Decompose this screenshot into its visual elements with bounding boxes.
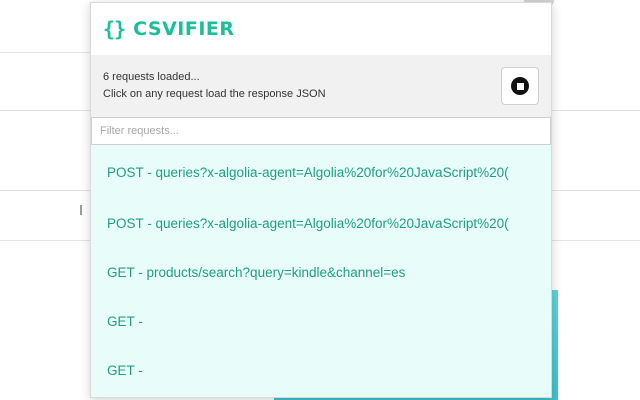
status-text: 6 requests loaded... Click on any reques…: [103, 69, 326, 103]
stop-circle-icon: [511, 77, 529, 95]
brand-name: CSVIFIER: [133, 18, 235, 40]
background-mark: [80, 205, 82, 215]
request-item[interactable]: GET -: [91, 346, 551, 395]
background-divider: [0, 110, 90, 111]
braces-logo-icon: {}: [103, 17, 126, 41]
request-item[interactable]: POST - queries?x-algolia-agent=Algolia%2…: [91, 145, 551, 199]
status-bar: 6 requests loaded... Click on any reques…: [91, 55, 551, 117]
csvifier-popup: {} CSVIFIER 6 requests loaded... Click o…: [90, 2, 552, 398]
instructions-text: Click on any request load the response J…: [103, 88, 326, 100]
filter-requests-input[interactable]: [91, 117, 551, 145]
request-item[interactable]: POST - queries?x-algolia-agent=Algolia%2…: [91, 199, 551, 248]
background-divider: [552, 110, 640, 111]
stop-button[interactable]: [501, 67, 539, 105]
request-item[interactable]: GET -: [91, 297, 551, 346]
background-divider: [0, 190, 90, 191]
background-divider: [0, 52, 90, 53]
background-divider: [0, 240, 90, 241]
background-divider: [552, 190, 640, 191]
filter-container: [91, 117, 551, 145]
stop-square-icon: [516, 82, 524, 90]
popup-header: {} CSVIFIER: [91, 3, 551, 55]
request-item[interactable]: GET - products/search?query=kindle&chann…: [91, 248, 551, 297]
requests-loaded-text: 6 requests loaded...: [103, 71, 200, 83]
request-list: POST - queries?x-algolia-agent=Algolia%2…: [91, 145, 551, 397]
background-divider: [552, 240, 640, 241]
